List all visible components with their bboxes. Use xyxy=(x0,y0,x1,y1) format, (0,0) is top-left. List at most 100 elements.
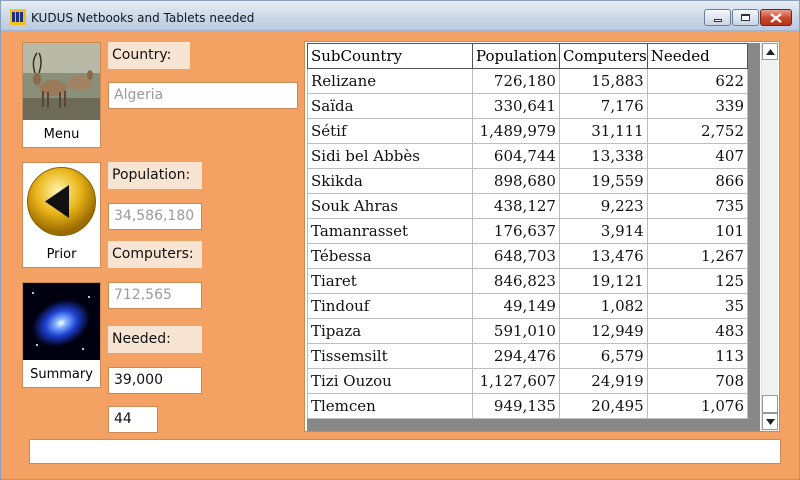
cell-population: 176,637 xyxy=(472,218,560,244)
cell-computers: 20,495 xyxy=(558,393,648,419)
scroll-down-button[interactable] xyxy=(762,413,778,430)
cell-subcountry: Tissemsilt xyxy=(307,343,473,369)
cell-needed: 35 xyxy=(646,293,748,319)
summary-button[interactable]: Summary xyxy=(22,282,101,388)
cell-needed: 339 xyxy=(646,93,748,119)
status-bar xyxy=(29,439,781,464)
window-title: KUDUS Netbooks and Tablets needed xyxy=(31,11,255,25)
cell-population: 1,489,979 xyxy=(472,118,560,144)
grid-right-gutter xyxy=(748,43,760,421)
maximize-icon xyxy=(741,14,750,21)
column-header-population[interactable]: Population xyxy=(472,43,560,69)
cell-needed: 1,267 xyxy=(646,243,748,269)
cell-population: 898,680 xyxy=(472,168,560,194)
column-header-needed[interactable]: Needed xyxy=(646,43,748,69)
cell-subcountry: Saïda xyxy=(307,93,473,119)
cell-subcountry: Tlemcen xyxy=(307,393,473,419)
maximize-button[interactable] xyxy=(732,9,759,26)
cell-needed: 622 xyxy=(646,68,748,94)
extra-field[interactable]: 44 xyxy=(108,406,158,433)
cell-population: 726,180 xyxy=(472,68,560,94)
cell-population: 438,127 xyxy=(472,193,560,219)
table-row[interactable]: Tlemcen 949,135 20,495 1,076 xyxy=(307,393,748,419)
cell-subcountry: Relizane xyxy=(307,68,473,94)
vertical-scrollbar[interactable] xyxy=(761,43,778,431)
cell-population: 846,823 xyxy=(472,268,560,294)
subcountry-grid[interactable]: SubCountry Population Computers Needed R… xyxy=(307,43,748,421)
cell-population: 330,641 xyxy=(472,93,560,119)
table-row[interactable]: Tindouf 49,149 1,082 35 xyxy=(307,293,748,319)
prior-label: Prior xyxy=(46,247,77,262)
table-row[interactable]: Souk Ahras 438,127 9,223 735 xyxy=(307,193,748,219)
prior-button[interactable]: Prior xyxy=(22,162,101,268)
cell-needed: 2,752 xyxy=(646,118,748,144)
cell-computers: 15,883 xyxy=(558,68,648,94)
summary-label: Summary xyxy=(30,367,93,382)
cell-subcountry: Sidi bel Abbès xyxy=(307,143,473,169)
grid-bottom-gutter xyxy=(307,419,760,431)
table-row[interactable]: Tipaza 591,010 12,949 483 xyxy=(307,318,748,344)
cell-computers: 9,223 xyxy=(558,193,648,219)
cell-computers: 19,121 xyxy=(558,268,648,294)
table-row[interactable]: Tissemsilt 294,476 6,579 113 xyxy=(307,343,748,369)
table-row[interactable]: Tamanrasset 176,637 3,914 101 xyxy=(307,218,748,244)
population-label: Population: xyxy=(108,162,202,189)
column-header-computers[interactable]: Computers xyxy=(558,43,648,69)
cell-needed: 735 xyxy=(646,193,748,219)
cell-needed: 113 xyxy=(646,343,748,369)
cell-computers: 13,338 xyxy=(558,143,648,169)
country-field[interactable]: Algeria xyxy=(108,82,298,109)
cell-computers: 3,914 xyxy=(558,218,648,244)
galaxy-icon xyxy=(23,283,100,360)
cell-needed: 407 xyxy=(646,143,748,169)
back-arrow-icon xyxy=(23,163,100,240)
cell-computers: 24,919 xyxy=(558,368,648,394)
cell-subcountry: Tamanrasset xyxy=(307,218,473,244)
needed-field[interactable]: 39,000 xyxy=(108,367,202,394)
cell-needed: 708 xyxy=(646,368,748,394)
subcountry-table: SubCountry Population Computers Needed R… xyxy=(307,43,748,419)
cell-needed: 101 xyxy=(646,218,748,244)
cell-population: 49,149 xyxy=(472,293,560,319)
scroll-up-button[interactable] xyxy=(762,43,778,60)
cell-subcountry: Sétif xyxy=(307,118,473,144)
cell-population: 604,744 xyxy=(472,143,560,169)
menu-button[interactable]: Menu xyxy=(22,42,101,148)
cell-computers: 6,579 xyxy=(558,343,648,369)
arrow-down-icon xyxy=(765,418,775,425)
minimize-button[interactable] xyxy=(704,9,731,26)
population-field[interactable]: 34,586,180 xyxy=(108,203,202,230)
table-row[interactable]: Tiaret 846,823 19,121 125 xyxy=(307,268,748,294)
cell-population: 1,127,607 xyxy=(472,368,560,394)
column-header-subcountry[interactable]: SubCountry xyxy=(307,43,473,69)
kudu-photo-icon xyxy=(23,43,100,120)
cell-subcountry: Skikda xyxy=(307,168,473,194)
title-bar[interactable]: KUDUS Netbooks and Tablets needed xyxy=(1,1,799,31)
table-row[interactable]: Skikda 898,680 19,559 866 xyxy=(307,168,748,194)
cell-computers: 19,559 xyxy=(558,168,648,194)
table-row[interactable]: Tizi Ouzou 1,127,607 24,919 708 xyxy=(307,368,748,394)
cell-computers: 31,111 xyxy=(558,118,648,144)
cell-subcountry: Tizi Ouzou xyxy=(307,368,473,394)
computers-field[interactable]: 712,565 xyxy=(108,282,202,309)
cell-subcountry: Tindouf xyxy=(307,293,473,319)
table-row[interactable]: Saïda 330,641 7,176 339 xyxy=(307,93,748,119)
cell-subcountry: Souk Ahras xyxy=(307,193,473,219)
cell-population: 648,703 xyxy=(472,243,560,269)
cell-subcountry: Tiaret xyxy=(307,268,473,294)
close-button[interactable] xyxy=(760,9,792,26)
table-row[interactable]: Sidi bel Abbès 604,744 13,338 407 xyxy=(307,143,748,169)
app-icon xyxy=(10,9,26,25)
minimize-icon xyxy=(713,19,722,22)
cell-population: 294,476 xyxy=(472,343,560,369)
table-row[interactable]: Relizane 726,180 15,883 622 xyxy=(307,68,748,94)
cell-needed: 483 xyxy=(646,318,748,344)
cell-needed: 125 xyxy=(646,268,748,294)
table-row[interactable]: Sétif 1,489,979 31,111 2,752 xyxy=(307,118,748,144)
cell-population: 949,135 xyxy=(472,393,560,419)
close-icon xyxy=(770,12,782,23)
cell-computers: 12,949 xyxy=(558,318,648,344)
cell-computers: 7,176 xyxy=(558,93,648,119)
scroll-thumb[interactable] xyxy=(762,395,778,413)
table-row[interactable]: Tébessa 648,703 13,476 1,267 xyxy=(307,243,748,269)
